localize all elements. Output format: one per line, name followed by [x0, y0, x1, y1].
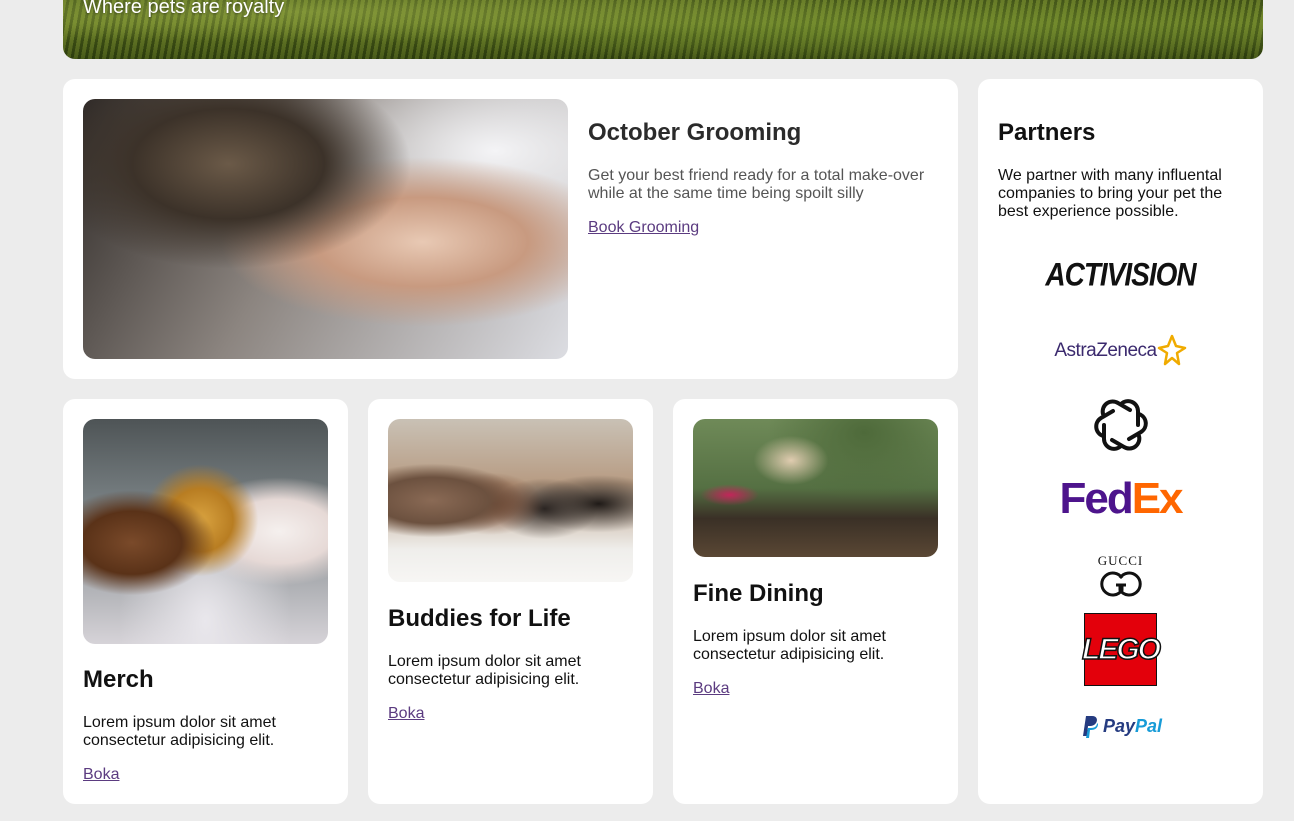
- astrazeneca-wordmark: AstraZeneca: [1054, 340, 1157, 361]
- card-fine-dining: Fine Dining Lorem ipsum dolor sit amet c…: [673, 399, 958, 804]
- fine-dining-boka-link[interactable]: Boka: [693, 680, 729, 698]
- astrazeneca-logo: AstraZeneca: [978, 333, 1263, 369]
- merch-image: [83, 419, 328, 644]
- activision-wordmark: ACTIVISION: [1045, 256, 1196, 293]
- fine-dining-image: [693, 419, 938, 557]
- fedex-logo: FedEx: [978, 474, 1263, 523]
- activision-logo: ACTIVISION: [978, 257, 1263, 293]
- book-grooming-link[interactable]: Book Grooming: [588, 219, 699, 237]
- gucci-wordmark: GUCCI: [1097, 553, 1144, 568]
- gucci-gg-icon: [1099, 571, 1142, 597]
- merch-boka-link[interactable]: Boka: [83, 766, 119, 784]
- card-buddies-for-life: Buddies for Life Lorem ipsum dolor sit a…: [368, 399, 653, 804]
- paypal-logo: PayPal: [978, 711, 1263, 741]
- feature-card-grooming: October Grooming Get your best friend re…: [63, 79, 958, 379]
- openai-knot-icon: [1093, 399, 1148, 451]
- paypal-wordmark: PayPal: [1102, 715, 1163, 736]
- feature-body: October Grooming Get your best friend re…: [588, 119, 938, 237]
- hero-tagline: Where pets are royalty: [83, 0, 285, 18]
- feature-title: October Grooming: [588, 119, 802, 146]
- card-title: Fine Dining: [693, 580, 824, 607]
- fedex-wordmark: FedEx: [1059, 474, 1183, 523]
- card-merch: Merch Lorem ipsum dolor sit amet consect…: [63, 399, 348, 804]
- buddies-image: [388, 419, 633, 582]
- card-title: Merch: [83, 666, 154, 693]
- feature-description: Get your best friend ready for a total m…: [588, 167, 925, 202]
- lego-wordmark: LEGO: [1081, 632, 1162, 667]
- card-description: Lorem ipsum dolor sit amet consectetur a…: [388, 653, 581, 688]
- card-description: Lorem ipsum dolor sit amet consectetur a…: [693, 628, 886, 663]
- lego-box: LEGO: [1081, 613, 1162, 686]
- partners-card: Partners We partner with many influental…: [978, 79, 1263, 804]
- openai-logo: [978, 395, 1263, 455]
- lego-logo: LEGO: [978, 612, 1263, 687]
- hero-banner: Where pets are royalty: [63, 0, 1263, 59]
- buddies-boka-link[interactable]: Boka: [388, 705, 424, 723]
- card-description: Lorem ipsum dolor sit amet consectetur a…: [83, 714, 276, 749]
- paypal-p-icon: [1082, 716, 1098, 738]
- partners-title: Partners: [998, 119, 1096, 146]
- card-title: Buddies for Life: [388, 605, 571, 632]
- gucci-logo: GUCCI: [978, 549, 1263, 603]
- astrazeneca-symbol-icon: [1157, 334, 1186, 366]
- partners-description: We partner with many influental companie…: [998, 167, 1223, 220]
- grooming-image: [83, 99, 568, 359]
